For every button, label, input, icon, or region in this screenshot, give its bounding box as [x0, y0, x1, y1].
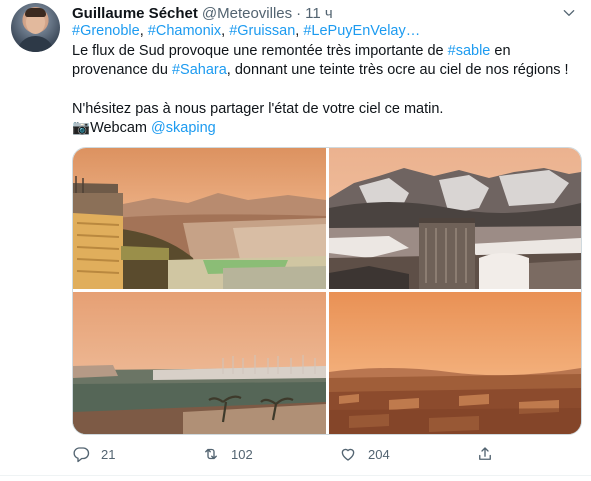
- tweet-text-line: provenance du #Sahara, donnant une teint…: [72, 61, 587, 80]
- tweet-text: , donnant une teinte très ocre au ciel d…: [226, 62, 569, 78]
- tweet-actions: 21 102 204: [72, 440, 512, 468]
- tweet-hashtags-line: #Grenoble, #Chamonix, #Gruissan, #LePuyE…: [72, 23, 421, 39]
- photo-icon: [329, 148, 581, 289]
- photo-icon: [73, 292, 326, 434]
- header-separator: ·: [296, 4, 302, 22]
- webcam-label: Webcam: [90, 120, 152, 136]
- chevron-down-icon: [563, 9, 575, 17]
- hashtag-grenoble[interactable]: #Grenoble: [72, 23, 140, 39]
- like-button[interactable]: 204: [339, 440, 390, 468]
- tweet-text: N'hésitez pas à nous partager l'état de …: [72, 101, 444, 117]
- like-count: 204: [368, 446, 390, 462]
- hashtag-chamonix[interactable]: #Chamonix: [148, 23, 221, 39]
- tweet-time[interactable]: 11 ч: [305, 5, 333, 22]
- share-button[interactable]: [476, 440, 505, 468]
- le-puy-webcam-image[interactable]: [329, 292, 581, 434]
- tweet-webcam-line: 📷Webcam @skaping: [72, 119, 587, 138]
- heart-icon: [341, 448, 355, 461]
- tweet-text: Le flux de Sud provoque une remontée trè…: [72, 43, 448, 59]
- hashtag-sahara[interactable]: #Sahara: [172, 62, 227, 78]
- tweet-text: en: [490, 43, 511, 59]
- camera-icon: 📷: [72, 120, 91, 136]
- more-options-button[interactable]: [559, 4, 579, 22]
- reply-icon: [73, 447, 90, 463]
- avatar-hair: [25, 8, 46, 17]
- retweet-icon: [205, 448, 217, 460]
- hashtag-gruissan[interactable]: #Gruissan: [229, 23, 295, 39]
- tweet-text: provenance du: [72, 62, 172, 78]
- tweet-header: Guillaume Séchet @Meteovilles · 11 ч: [72, 3, 333, 23]
- retweet-button[interactable]: 102: [202, 440, 253, 468]
- avatar-shirt: [17, 36, 54, 52]
- tweet-divider: [0, 475, 591, 476]
- chamonix-webcam-image[interactable]: [329, 148, 581, 289]
- author-avatar[interactable]: [11, 3, 60, 52]
- hashtag-lepuyenvelay[interactable]: #LePuyEnVelay…: [303, 23, 420, 39]
- photo-icon: [329, 292, 581, 434]
- retweet-count: 102: [231, 446, 253, 462]
- author-handle[interactable]: @Meteovilles: [202, 5, 292, 22]
- tweet-text-line: Le flux de Sud provoque une remontée trè…: [72, 42, 587, 61]
- tweet-text-line: N'hésitez pas à nous partager l'état de …: [72, 100, 587, 119]
- reply-count: 21: [101, 446, 116, 462]
- gruissan-webcam-image[interactable]: [73, 292, 326, 434]
- tweet-media-grid: [72, 147, 582, 435]
- share-icon: [479, 447, 491, 460]
- mention-skaping[interactable]: @skaping: [151, 120, 216, 136]
- hashtag-sable[interactable]: #sable: [448, 43, 491, 59]
- reply-button[interactable]: 21: [72, 440, 115, 468]
- author-name[interactable]: Guillaume Séchet: [72, 5, 198, 22]
- grenoble-webcam-image[interactable]: [73, 148, 326, 289]
- photo-icon: [73, 148, 326, 289]
